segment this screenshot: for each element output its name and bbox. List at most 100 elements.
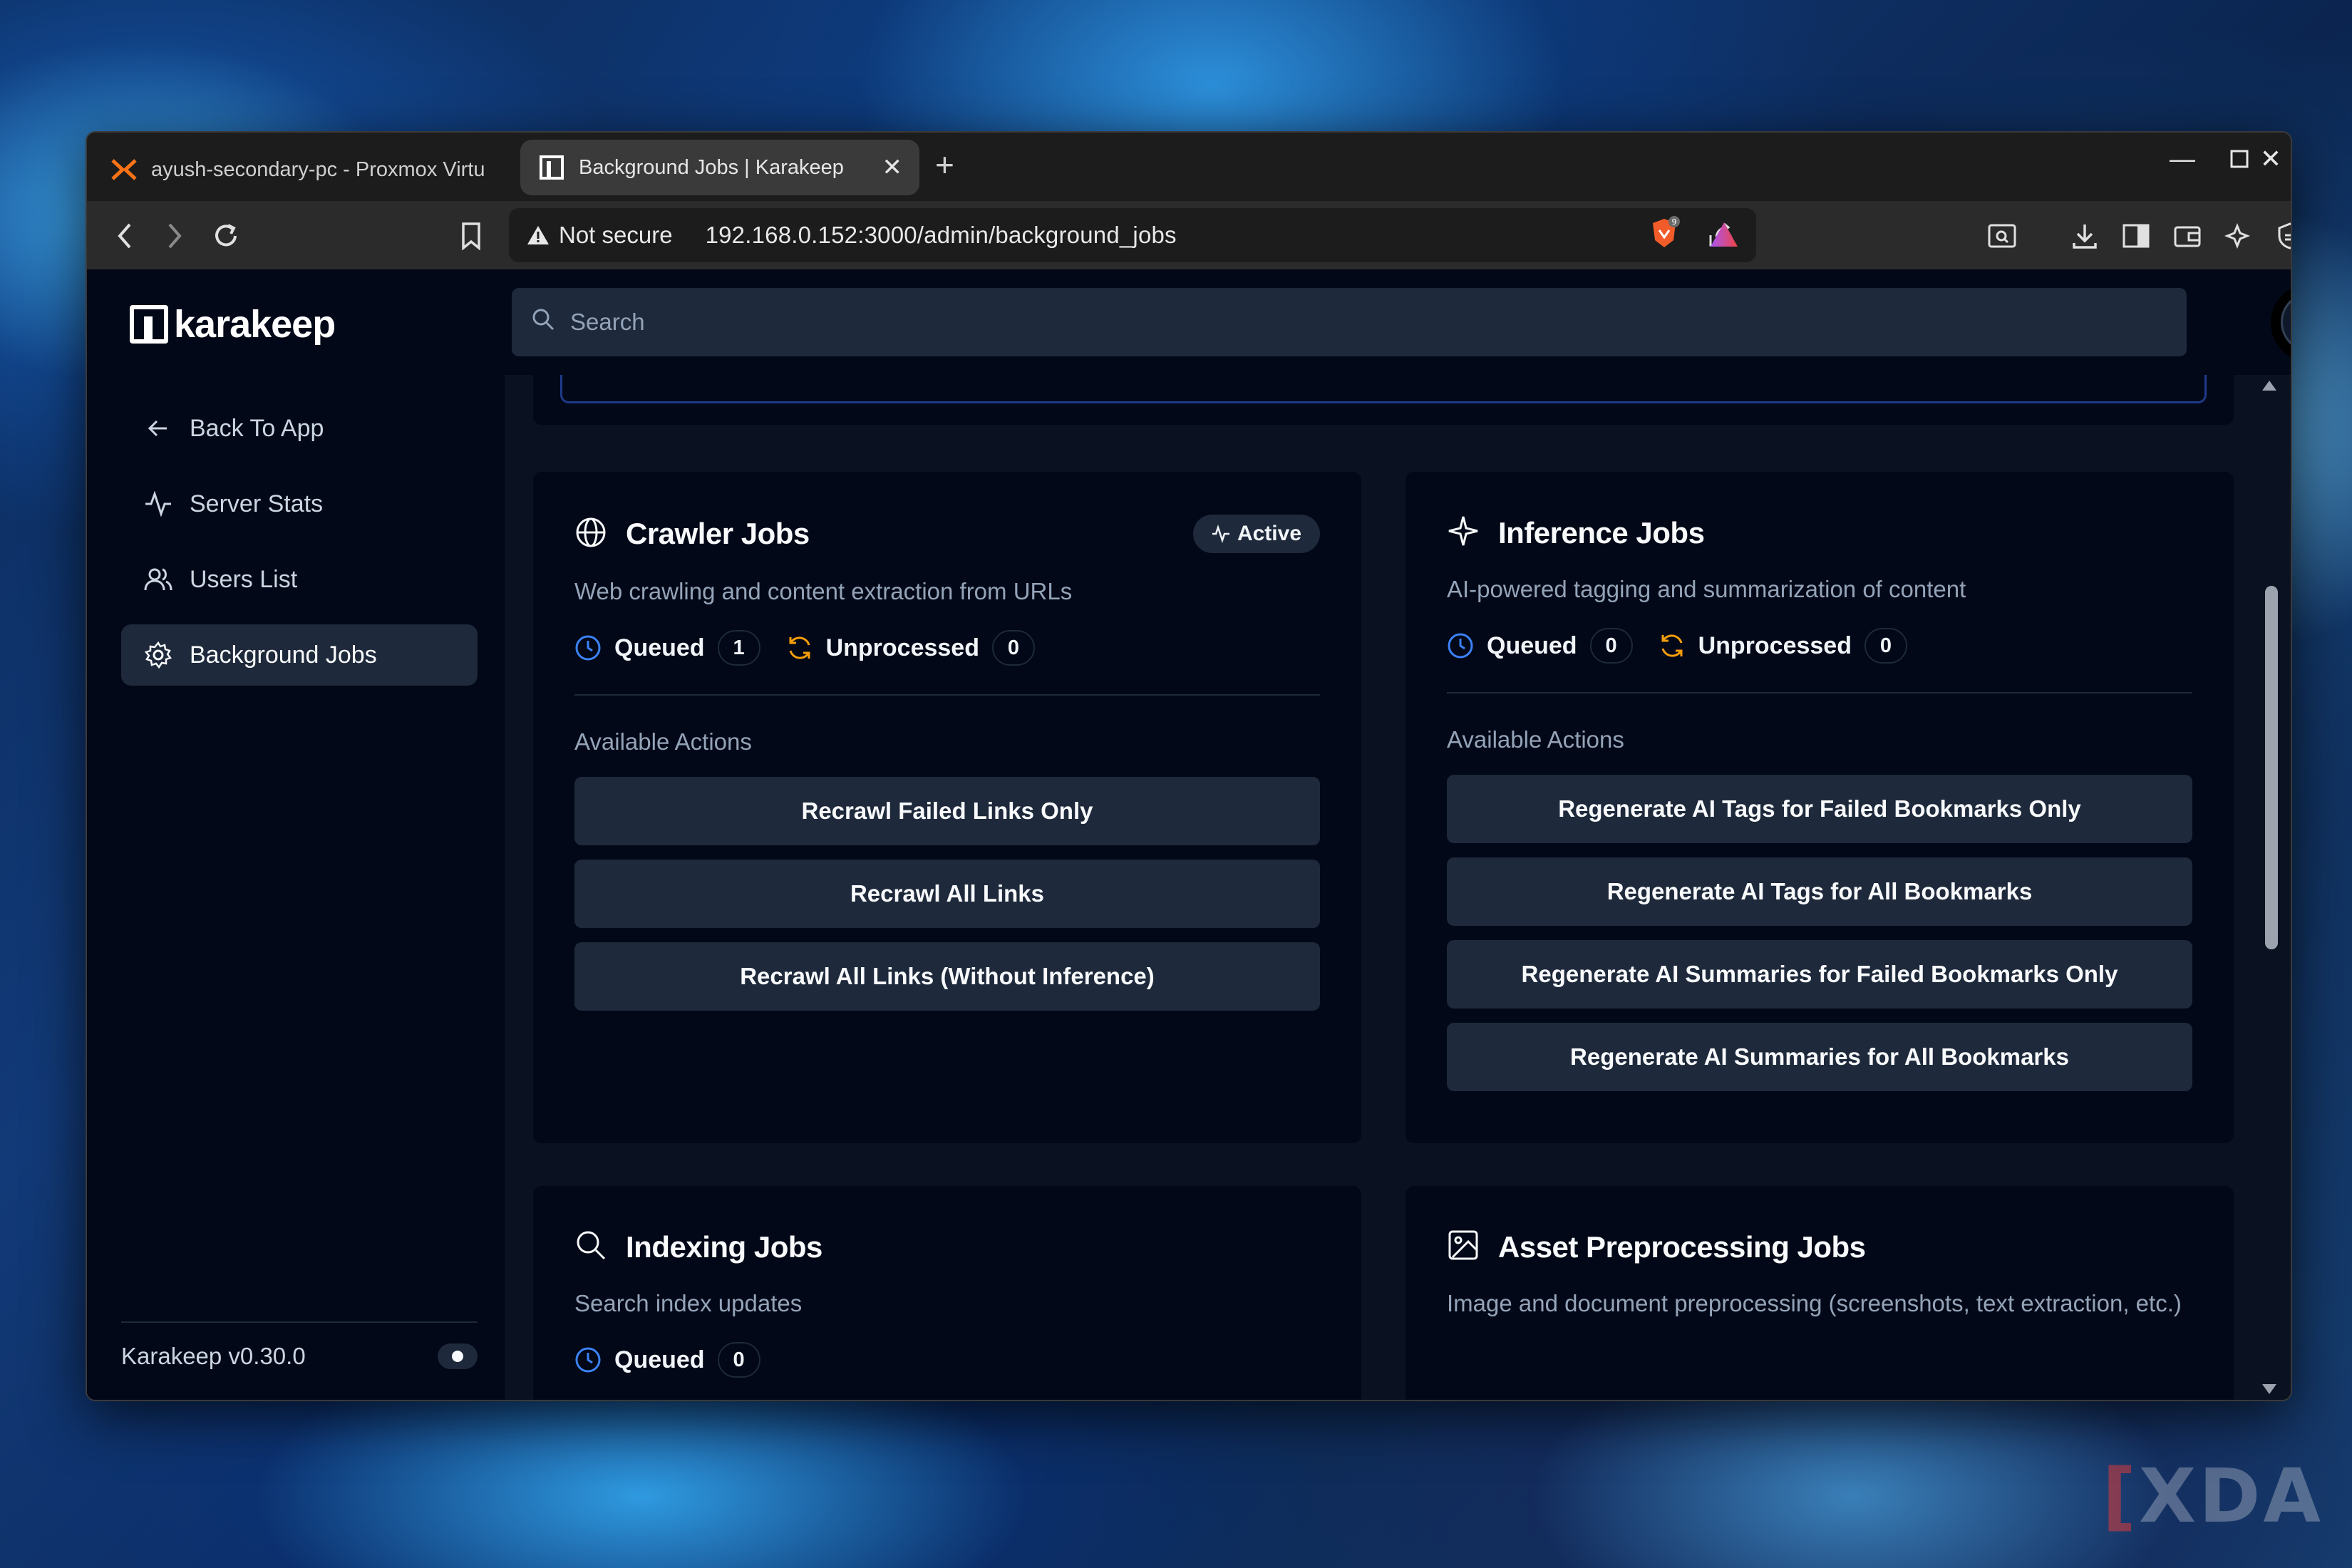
scrollbar[interactable] [2262, 375, 2285, 1400]
queued-count: 0 [717, 1342, 760, 1378]
sidebar-footer: Karakeep v0.30.0 [121, 1321, 478, 1370]
sparkle-icon [1447, 515, 1480, 551]
divider [1447, 692, 2192, 693]
clock-icon [575, 1347, 601, 1373]
asset-preprocessing-jobs-card: Asset Preprocessing Jobs Image and docum… [1405, 1186, 2234, 1400]
users-icon [143, 564, 174, 595]
actions-label: Available Actions [1447, 726, 1624, 753]
queued-label: Queued [614, 634, 705, 661]
not-secure-label: Not secure [559, 222, 673, 248]
card-description: Image and document preprocessing (screen… [1447, 1290, 2182, 1316]
logo-text: karakeep [174, 303, 336, 346]
refresh-icon [789, 636, 810, 659]
tab-bar: ayush-secondary-pc - Proxmox Virtu Backg… [87, 133, 2291, 201]
back-icon[interactable] [108, 220, 141, 252]
clock-icon [1448, 633, 1473, 659]
nav-background-jobs[interactable]: Background Jobs [121, 624, 478, 686]
admin-nav: Back To App Server Stats Users List Back… [121, 398, 478, 700]
recrawl-all-without-inference-button[interactable]: Recrawl All Links (Without Inference) [574, 942, 1320, 1011]
scrollbar-thumb[interactable] [2265, 586, 2278, 949]
reader-mode-icon[interactable] [1986, 220, 2018, 252]
close-tab-icon[interactable]: ✕ [882, 153, 903, 182]
card-description: Search index updates [574, 1290, 803, 1316]
card-title: Indexing Jobs [626, 1229, 822, 1264]
proxmox-icon [110, 155, 138, 184]
card-description: Web crawling and content extraction from… [574, 578, 1073, 604]
badge-label: Active [1237, 522, 1301, 545]
karakeep-logo[interactable]: karakeep [130, 302, 336, 346]
activity-icon [143, 488, 174, 520]
brave-shields-icon[interactable]: 9 [1648, 216, 1681, 249]
regenerate-summaries-all-button[interactable]: Regenerate AI Summaries for All Bookmark… [1447, 1023, 2192, 1091]
brave-rewards-icon[interactable] [1708, 218, 1740, 251]
download-icon[interactable] [2068, 220, 2101, 252]
version-label: Karakeep v0.30.0 [121, 1343, 306, 1369]
karakeep-icon [537, 153, 566, 182]
minimize-icon[interactable]: — [2161, 144, 2204, 174]
unprocessed-label: Unprocessed [825, 634, 979, 661]
browser-toolbar: Not secure 192.168.0.152:3000/admin/back… [87, 201, 2291, 269]
image-icon [1447, 1229, 1480, 1265]
queued-count: 0 [1589, 628, 1633, 664]
queued-label: Queued [1487, 631, 1577, 659]
search-input[interactable] [570, 309, 2187, 336]
search-bar[interactable] [512, 288, 2187, 356]
tab-title: Background Jobs | Karakeep [579, 155, 844, 179]
inference-jobs-card: Inference Jobs AI-powered tagging and su… [1405, 472, 2234, 1143]
regenerate-tags-failed-button[interactable]: Regenerate AI Tags for Failed Bookmarks … [1447, 775, 2192, 843]
nav-label: Server Stats [190, 490, 324, 517]
regenerate-summaries-failed-button[interactable]: Regenerate AI Summaries for Failed Bookm… [1447, 940, 2192, 1009]
globe-icon [574, 516, 607, 552]
nav-label: Users List [190, 565, 298, 593]
security-indicator[interactable]: Not secure [526, 222, 673, 249]
nav-users-list[interactable]: Users List [121, 549, 478, 610]
tab-proxmox[interactable]: ayush-secondary-pc - Proxmox Virtu [93, 141, 520, 198]
sidebar: karakeep Back To App Server Stats Users … [87, 269, 505, 1400]
previous-card-inner [560, 375, 2207, 403]
card-title: Crawler Jobs [626, 517, 810, 550]
reload-icon[interactable] [210, 220, 242, 252]
address-bar[interactable]: Not secure 192.168.0.152:3000/admin/back… [509, 208, 1756, 262]
card-description: AI-powered tagging and summarization of … [1447, 576, 1966, 602]
xda-watermark: [XDA [2102, 1453, 2323, 1539]
unprocessed-label: Unprocessed [1698, 631, 1852, 659]
unprocessed-count: 0 [1864, 628, 1907, 664]
wallet-icon[interactable] [2171, 220, 2204, 252]
search-icon [574, 1229, 607, 1265]
nav-label: Back To App [190, 414, 324, 442]
recrawl-all-links-button[interactable]: Recrawl All Links [574, 860, 1320, 928]
bookmark-icon[interactable] [455, 220, 488, 252]
close-window-icon[interactable]: ✕ [2249, 144, 2291, 174]
clock-icon [575, 635, 601, 661]
recrawl-failed-links-button[interactable]: Recrawl Failed Links Only [574, 777, 1320, 845]
new-tab-button[interactable]: + [935, 145, 954, 184]
regenerate-tags-all-button[interactable]: Regenerate AI Tags for All Bookmarks [1447, 857, 2192, 926]
karakeep-app: karakeep Back To App Server Stats Users … [87, 269, 2291, 1400]
url-text: 192.168.0.152:3000/admin/background_jobs [705, 222, 1177, 248]
forward-icon[interactable] [158, 220, 191, 252]
previous-card [533, 375, 2234, 425]
indexing-jobs-card: Indexing Jobs Search index updates Queue… [533, 1186, 1361, 1400]
svg-text:9: 9 [1672, 217, 1677, 227]
divider [574, 694, 1320, 696]
unprocessed-count: 0 [991, 630, 1035, 666]
card-title: Asset Preprocessing Jobs [1498, 1229, 1866, 1264]
sidebar-toggle-icon[interactable] [2120, 220, 2152, 252]
nav-back-to-app[interactable]: Back To App [121, 398, 478, 459]
tab-karakeep[interactable]: Background Jobs | Karakeep ✕ [520, 140, 919, 195]
queued-label: Queued [614, 1346, 705, 1373]
crawler-jobs-card: Crawler Jobs Active Web crawling and con… [533, 472, 1361, 1143]
status-badge: Active [1192, 515, 1320, 553]
activity-icon [1212, 525, 1229, 543]
queued-count: 1 [717, 630, 760, 666]
vpn-shield-icon[interactable] [2274, 220, 2291, 252]
browser-window: ayush-secondary-pc - Proxmox Virtu Backg… [86, 131, 2292, 1401]
job-stats: Queued 1 Unprocessed 0 [574, 630, 1320, 666]
logo-mark-icon [130, 305, 168, 344]
refresh-icon [1661, 634, 1683, 657]
theme-toggle[interactable] [438, 1343, 478, 1369]
scroll-up-icon[interactable] [2262, 381, 2276, 391]
leo-ai-icon[interactable] [2222, 220, 2255, 252]
nav-server-stats[interactable]: Server Stats [121, 473, 478, 535]
scroll-down-icon[interactable] [2262, 1384, 2276, 1394]
